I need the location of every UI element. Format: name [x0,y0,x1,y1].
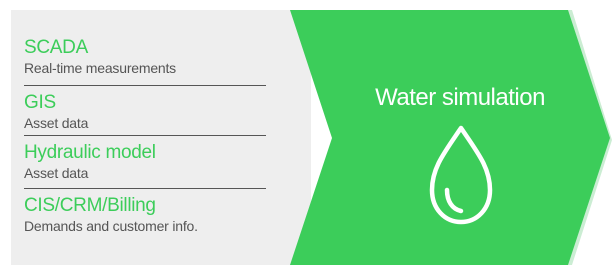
water-drop-icon [429,125,493,225]
data-flow-diagram: SCADA Real-time measurements GIS Asset d… [0,0,612,273]
